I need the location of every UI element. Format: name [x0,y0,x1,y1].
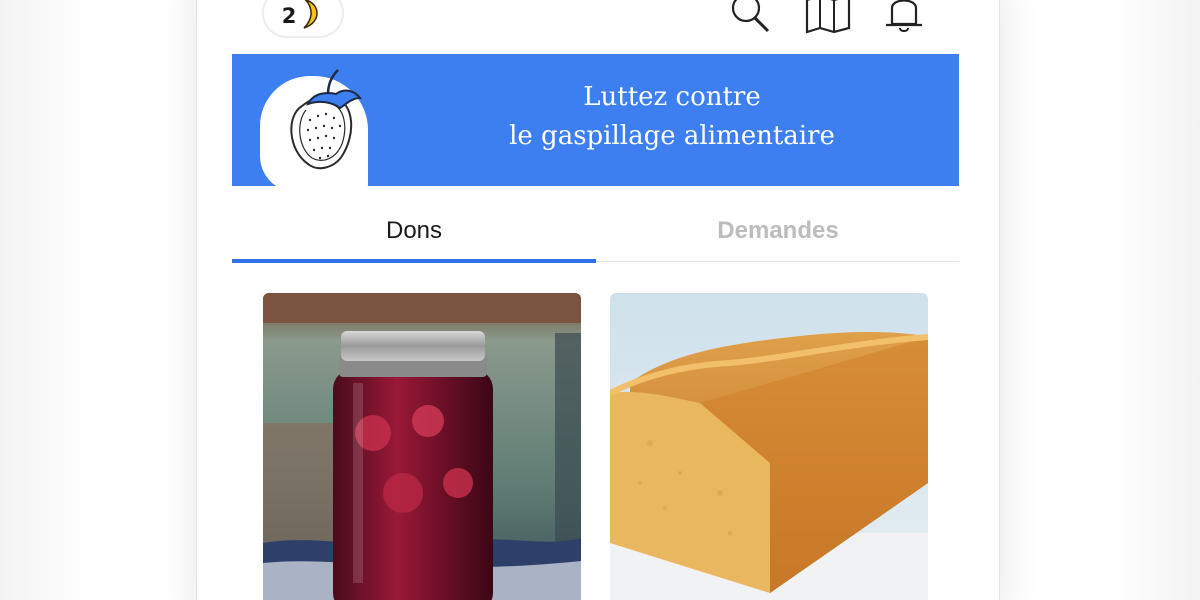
banana-icon [298,0,324,30]
bell-icon[interactable] [880,0,928,34]
tab-dons[interactable]: Dons [232,200,596,262]
listing-card-jam[interactable] [263,293,581,600]
jam-jar-photo [263,293,581,600]
points-count: 2 [281,4,297,28]
map-icon[interactable] [804,0,852,34]
active-tab-indicator [232,259,596,263]
listing-tabs: Dons Demandes [232,200,959,264]
loaf-cake-photo [610,293,928,600]
banner-message: Luttez contre le gaspillage alimentaire [402,78,942,156]
tab-divider [596,261,959,262]
points-badge[interactable]: 2 [262,0,344,38]
banner-line-2: le gaspillage alimentaire [509,121,835,151]
banner-line-1: Luttez contre [583,82,761,112]
strawberry-icon [284,64,370,176]
anti-waste-banner[interactable]: Luttez contre le gaspillage alimentaire [232,54,959,186]
tab-demandes[interactable]: Demandes [596,200,960,262]
search-icon[interactable] [726,0,774,34]
listing-card-cake[interactable] [610,293,928,600]
